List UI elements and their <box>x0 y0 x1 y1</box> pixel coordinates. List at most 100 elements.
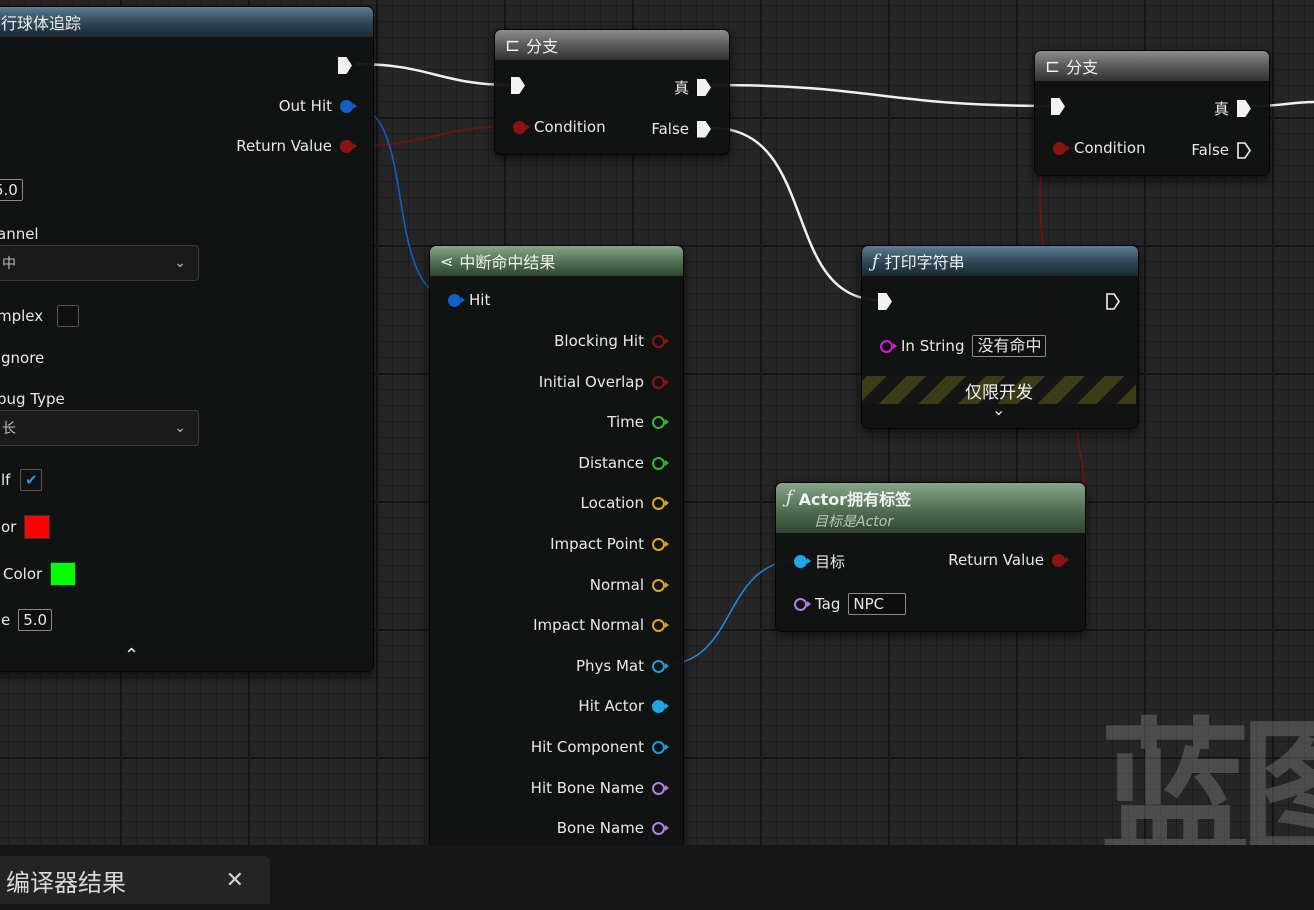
output-pin-icon[interactable] <box>652 659 669 673</box>
draw-time-value[interactable]: 5.0 <box>18 609 53 631</box>
branch-node-1[interactable]: ⊏ 分支 Condition 真 False <box>494 29 730 155</box>
print-string-node[interactable]: ƒ 打印字符串 In String 没有命中 仅限开发 ⌄ <box>861 245 1139 429</box>
print-exec-out[interactable] <box>1106 293 1120 310</box>
sphere-trace-node[interactable]: 行球体追踪 Out Hit Return Value 5.0 annel 中 ⌄… <box>0 6 374 672</box>
break-output-label: Impact Point <box>550 535 644 553</box>
compiler-results-tab[interactable]: 编译器结果 ✕ <box>0 856 270 904</box>
bool-pin-icon[interactable] <box>340 139 357 153</box>
break-output-label: Initial Overlap <box>538 373 644 391</box>
exec-in-icon[interactable] <box>878 293 892 310</box>
chevron-up-icon[interactable]: ⌃ <box>124 645 139 666</box>
break-output-pin[interactable]: Location <box>581 494 669 512</box>
trace-complex-checkbox[interactable] <box>57 305 80 327</box>
ignore-self-row[interactable]: lf ✔ <box>1 469 43 491</box>
branch-2-exec-in[interactable] <box>1051 98 1065 115</box>
break-output-pin[interactable]: Hit Component <box>531 738 669 756</box>
print-exec-in[interactable] <box>878 293 892 310</box>
output-pin-icon[interactable] <box>652 740 669 754</box>
hit-input-pin[interactable]: Hit <box>448 291 490 309</box>
output-pin-icon[interactable] <box>652 618 669 632</box>
break-hit-header[interactable]: ⋖ 中断命中结果 <box>430 246 683 276</box>
output-pin-icon[interactable] <box>652 456 669 470</box>
exec-out-hollow-icon[interactable] <box>1106 293 1120 310</box>
output-pin-icon[interactable] <box>652 578 669 592</box>
name-pin-icon[interactable] <box>794 597 811 611</box>
trace-color-swatch[interactable] <box>24 515 51 539</box>
draw-debug-type-dropdown[interactable]: 长 ⌄ <box>0 410 199 446</box>
branch-2-true-pin[interactable]: 真 <box>1214 98 1251 119</box>
struct-pin-icon[interactable] <box>340 99 357 113</box>
break-output-pin[interactable]: Impact Normal <box>533 616 669 634</box>
break-output-pin[interactable]: Hit Actor <box>578 697 669 715</box>
output-pin-icon[interactable] <box>652 375 669 389</box>
output-pin-icon[interactable] <box>652 334 669 348</box>
in-string-value[interactable]: 没有命中 <box>972 335 1047 357</box>
actor-has-tag-node[interactable]: ƒ Actor拥有标签 目标是Actor 目标 Tag NPC Return V… <box>775 482 1086 632</box>
branch-1-true-pin[interactable]: 真 <box>674 77 711 98</box>
branch-2-condition-pin[interactable]: Condition <box>1053 139 1146 157</box>
trace-hit-color-swatch[interactable] <box>50 562 77 586</box>
break-output-pin[interactable]: Initial Overlap <box>538 373 669 391</box>
trace-color-row[interactable]: or <box>1 515 51 539</box>
out-hit-pin[interactable]: Out Hit <box>279 97 357 115</box>
target-pin[interactable]: 目标 <box>794 551 845 572</box>
bool-pin-icon[interactable] <box>1053 141 1070 155</box>
tag-pin[interactable]: Tag NPC <box>794 593 907 615</box>
output-pin-icon[interactable] <box>652 781 669 795</box>
bool-pin-icon[interactable] <box>513 120 530 134</box>
break-output-pin[interactable]: Blocking Hit <box>554 332 669 350</box>
close-icon[interactable]: ✕ <box>226 868 244 893</box>
output-pin-icon[interactable] <box>652 699 669 713</box>
chevron-down-icon[interactable]: ⌄ <box>992 400 1005 419</box>
branch-2-false-pin[interactable]: False <box>1191 141 1251 159</box>
struct-pin-icon[interactable] <box>448 293 465 307</box>
actor-has-tag-header[interactable]: ƒ Actor拥有标签 目标是Actor <box>776 483 1085 533</box>
object-pin-icon[interactable] <box>794 555 811 568</box>
break-output-pin[interactable]: Phys Mat <box>576 657 669 675</box>
break-output-pin[interactable]: Hit Bone Name <box>531 779 669 797</box>
break-output-pin[interactable]: Impact Point <box>550 535 669 553</box>
break-output-pin[interactable]: Bone Name <box>557 819 669 837</box>
in-string-pin[interactable]: In String 没有命中 <box>880 335 1047 357</box>
output-pin-icon[interactable] <box>652 537 669 551</box>
output-pin-icon[interactable] <box>652 496 669 510</box>
exec-out-icon[interactable] <box>697 120 711 138</box>
draw-debug-type-value: 长 <box>2 421 16 437</box>
branch-2-header[interactable]: ⊏ 分支 <box>1035 51 1269 81</box>
branch-2-condition-label: Condition <box>1074 139 1146 157</box>
exec-out-icon[interactable] <box>1237 100 1251 117</box>
exec-out-icon[interactable] <box>338 57 352 74</box>
advanced-expand[interactable]: ⌄ <box>992 400 1005 419</box>
output-pin-icon[interactable] <box>652 415 669 429</box>
exec-out-icon[interactable] <box>697 79 711 96</box>
trace-hit-color-row[interactable]: Color <box>3 562 77 586</box>
bool-pin-icon[interactable] <box>1052 553 1069 567</box>
collapse-arrow[interactable]: ⌃ <box>124 645 139 666</box>
branch-1-exec-in[interactable] <box>511 77 525 94</box>
draw-time-row[interactable]: e 5.0 <box>1 609 53 631</box>
branch-1-false-pin[interactable]: False <box>651 120 711 138</box>
string-pin-icon[interactable] <box>880 339 897 353</box>
exec-in-icon[interactable] <box>511 77 525 94</box>
branch-1-header[interactable]: ⊏ 分支 <box>495 30 729 60</box>
radius-value[interactable]: 5.0 <box>0 179 23 201</box>
branch-1-condition-pin[interactable]: Condition <box>513 118 606 136</box>
has-tag-return-pin[interactable]: Return Value <box>948 551 1069 569</box>
trace-channel-dropdown[interactable]: 中 ⌄ <box>0 245 199 281</box>
break-output-pin[interactable]: Normal <box>590 576 669 594</box>
output-pin-icon[interactable] <box>652 821 669 835</box>
return-value-pin[interactable]: Return Value <box>236 137 357 155</box>
break-output-pin[interactable]: Distance <box>578 454 669 472</box>
exec-out-hollow-icon[interactable] <box>1237 141 1251 159</box>
print-string-header[interactable]: ƒ 打印字符串 <box>862 246 1138 276</box>
break-output-pin[interactable]: Time <box>607 413 669 431</box>
exec-in-icon[interactable] <box>1051 98 1065 115</box>
radius-field[interactable]: 5.0 <box>0 179 23 201</box>
trace-complex-row[interactable]: mplex <box>0 305 80 327</box>
ignore-self-checkbox[interactable]: ✔ <box>20 469 43 491</box>
tag-value[interactable]: NPC <box>848 593 907 615</box>
exec-out-pin[interactable] <box>338 57 352 74</box>
branch-node-2[interactable]: ⊏ 分支 Condition 真 False <box>1034 50 1270 176</box>
break-hit-result-node[interactable]: ⋖ 中断命中结果 Hit Blocking Hit Initial Overlap… <box>429 245 684 878</box>
sphere-trace-header[interactable]: 行球体追踪 <box>0 7 373 37</box>
